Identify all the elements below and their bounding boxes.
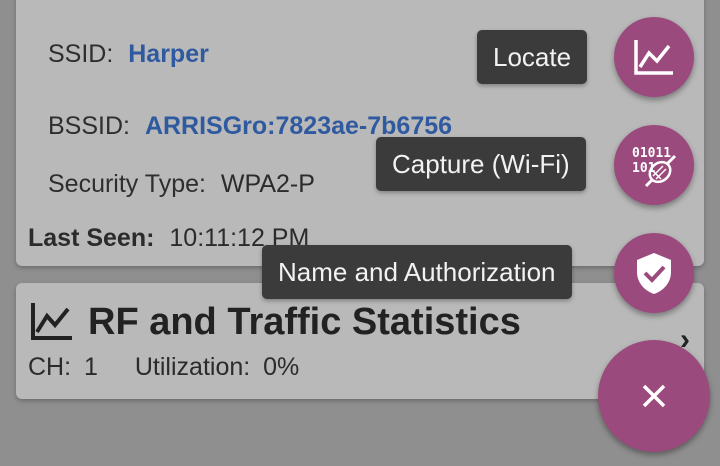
ssid-row: SSID: Harper (48, 40, 209, 69)
shield-check-icon (637, 253, 671, 294)
chart-icon (634, 40, 673, 75)
bssid-value[interactable]: ARRISGro:7823ae-7b6756 (145, 112, 452, 140)
chart-icon (31, 303, 72, 340)
ssid-label: SSID: (48, 40, 114, 68)
ch-label: CH: (28, 353, 72, 381)
close-icon (642, 384, 666, 408)
svg-text:01011: 01011 (632, 146, 671, 161)
locate-button[interactable] (614, 17, 694, 97)
capture-wifi-button[interactable]: 01011 101 (614, 125, 694, 205)
security-value: WPA2-P (220, 170, 315, 198)
security-label: Security Type: (48, 170, 206, 198)
ch-value: 1 (84, 353, 98, 381)
rf-stats-summary: CH: 1 Utilization: 0% (28, 353, 305, 382)
last-seen-label: Last Seen: (28, 224, 155, 252)
rf-stats-title: RF and Traffic Statistics (88, 301, 521, 343)
utilization-label: Utilization: (134, 353, 251, 381)
security-row: Security Type: WPA2-P (48, 170, 315, 199)
ssid-value[interactable]: Harper (128, 40, 209, 68)
locate-tooltip[interactable]: Locate (477, 30, 588, 84)
utilization-value: 0% (263, 353, 300, 381)
capture-tooltip[interactable]: Capture (Wi-Fi) (376, 137, 586, 191)
network-info-card: SSID: Harper BSSID: ARRISGro:7823ae-7b67… (16, 0, 704, 266)
bssid-label: BSSID: (48, 112, 130, 140)
binary-capture-icon: 01011 101 (632, 146, 677, 188)
name-authorization-button[interactable] (614, 233, 694, 313)
name-auth-tooltip[interactable]: Name and Authorization (262, 245, 572, 299)
close-speed-dial-button[interactable] (598, 340, 710, 452)
